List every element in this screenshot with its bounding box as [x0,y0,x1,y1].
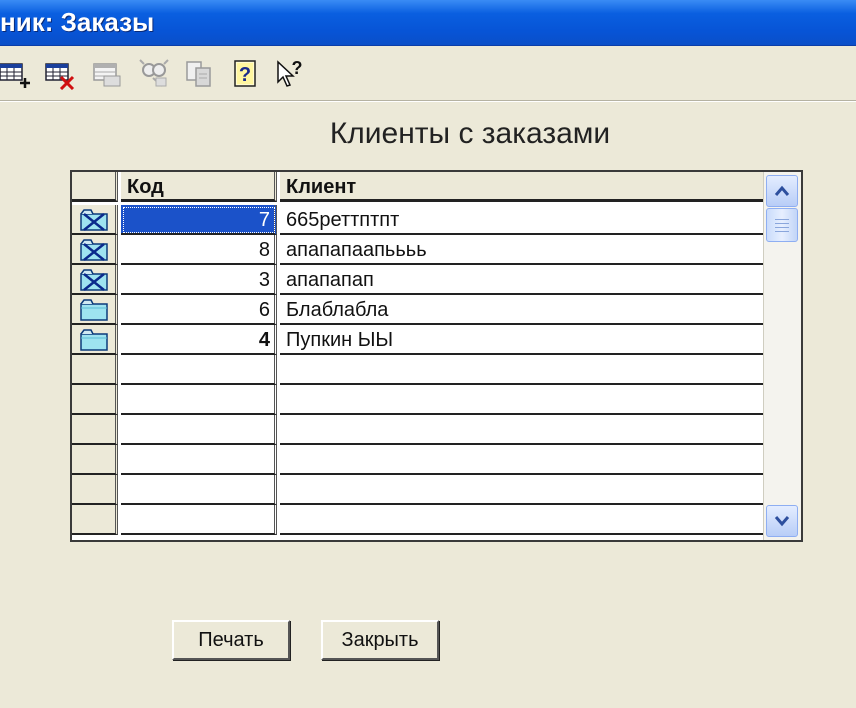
title-bar[interactable]: ник: Заказы [0,0,856,46]
cell-client[interactable] [280,385,763,415]
folder-icon [80,298,108,323]
print-button[interactable]: Печать [172,620,290,660]
table-row[interactable] [72,475,763,505]
page-title: Клиенты с заказами [329,117,611,150]
add-record-button[interactable] [0,58,32,90]
cell-client[interactable]: 665реттптпт [280,205,763,235]
cell-client[interactable] [280,355,763,385]
chevron-up-icon [774,185,790,196]
row-indicator[interactable] [72,355,118,385]
table-row[interactable]: 7 665реттптпт [72,205,763,235]
window-title: ник: Заказы [0,7,155,37]
find-icon [139,59,169,87]
delete-record-icon [45,63,75,90]
table-row[interactable] [72,415,763,445]
cell-kod[interactable]: 8 [121,235,277,265]
column-header-client[interactable]: Клиент [280,172,763,202]
toolbar: ? ? [0,52,856,100]
cell-kod[interactable] [121,385,277,415]
help-button[interactable]: ? [230,58,262,90]
table-row[interactable]: 3 апапапап [72,265,763,295]
find-button[interactable] [138,58,170,90]
chevron-down-icon [774,516,790,527]
table-row[interactable]: 4 Пупкин ЫЫ [72,325,763,355]
header-corner [72,172,118,202]
cell-kod[interactable] [121,505,277,535]
row-indicator[interactable] [72,205,118,235]
cell-client[interactable]: Блаблабла [280,295,763,325]
scroll-thumb[interactable] [766,208,798,242]
edit-record-button[interactable] [92,58,124,90]
row-indicator[interactable] [72,235,118,265]
row-indicator[interactable] [72,295,118,325]
deleted-folder-icon [80,238,108,263]
row-indicator[interactable] [72,445,118,475]
row-indicator[interactable] [72,265,118,295]
add-record-icon [0,63,30,88]
cell-client[interactable]: апапапап [280,265,763,295]
whats-this-icon: ? [277,58,303,87]
folder-icon [80,328,108,353]
edit-record-icon [93,63,121,87]
scroll-up-button[interactable] [766,175,798,207]
whats-this-glyph: ? [292,58,303,78]
scroll-down-button[interactable] [766,505,798,537]
cell-client[interactable]: Пупкин ЫЫ [280,325,763,355]
delete-record-button[interactable] [44,58,76,90]
table-row[interactable] [72,355,763,385]
cell-kod[interactable]: 6 [121,295,277,325]
whats-this-button[interactable]: ? [274,58,306,90]
cell-client[interactable] [280,445,763,475]
cell-client[interactable] [280,505,763,535]
copy-icon [186,61,211,87]
cell-kod[interactable] [121,475,277,505]
clients-grid[interactable]: Код Клиент 7 665реттптпт 8 апапапаапьььь 3 ап… [70,170,803,542]
row-indicator[interactable] [72,475,118,505]
column-header-kod[interactable]: Код [121,172,277,202]
table-row[interactable] [72,505,763,535]
cell-kod[interactable] [121,355,277,385]
table-row[interactable] [72,445,763,475]
row-indicator[interactable] [72,385,118,415]
grid-header: Код Клиент [72,172,763,202]
close-button[interactable]: Закрыть [321,620,439,660]
cell-kod[interactable]: 3 [121,265,277,295]
cell-client[interactable] [280,475,763,505]
row-indicator[interactable] [72,415,118,445]
cell-kod[interactable]: 4 [121,325,277,355]
cell-client[interactable] [280,415,763,445]
cell-client[interactable]: апапапаапьььь [280,235,763,265]
deleted-folder-icon [80,208,108,233]
help-glyph: ? [239,64,251,86]
help-icon: ? [234,60,256,87]
copy-button[interactable] [184,58,216,90]
deleted-folder-icon [80,268,108,293]
cell-kod[interactable] [121,415,277,445]
row-indicator[interactable] [72,325,118,355]
row-indicator[interactable] [72,505,118,535]
vertical-scrollbar[interactable] [763,172,801,540]
table-row[interactable]: 6 Блаблабла [72,295,763,325]
cell-kod[interactable] [121,445,277,475]
table-row[interactable]: 8 апапапаапьььь [72,235,763,265]
cell-kod[interactable]: 7 [121,205,277,235]
table-row[interactable] [72,385,763,415]
toolbar-separator [0,100,856,102]
